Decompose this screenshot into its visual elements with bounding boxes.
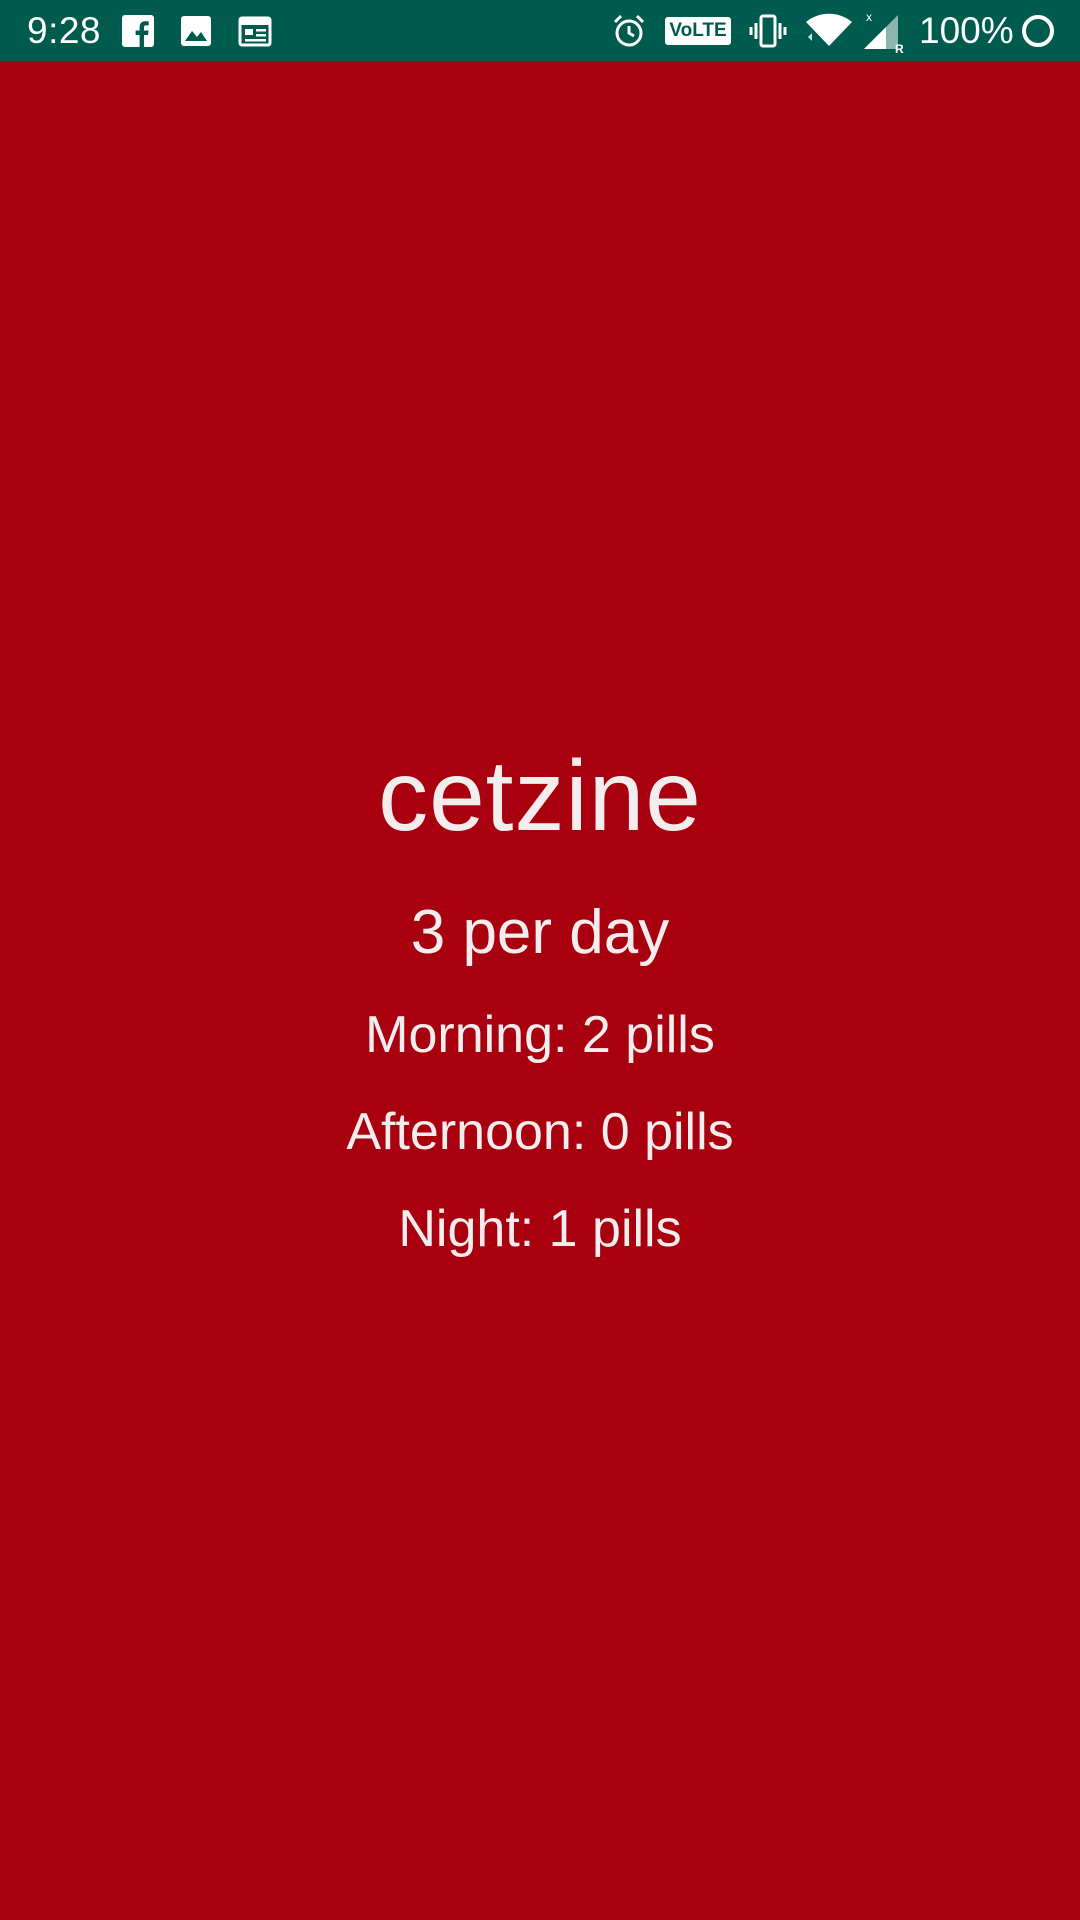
volte-icon: VoLTE [665,17,731,45]
svg-text:R: R [895,42,904,53]
signal-icon: x R [862,0,906,61]
morning-dose: Morning: 2 pills [365,1006,715,1064]
status-time: 9:28 [27,10,102,51]
medication-name: cetzine [378,740,702,852]
wifi-icon [804,0,854,61]
battery-percentage: 100% [919,10,1014,51]
facebook-icon [120,0,156,61]
night-dose: Night: 1 pills [398,1200,682,1258]
vibrate-icon [748,0,788,61]
image-icon [178,0,214,61]
status-bar: 9:28 VoLTE x R 100% [0,0,1080,61]
battery-icon [1018,0,1058,61]
svg-text:x: x [866,10,872,24]
medication-detail-screen: cetzine 3 per day Morning: 2 pills After… [0,61,1080,1920]
alarm-icon [610,0,648,61]
afternoon-dose: Afternoon: 0 pills [346,1103,734,1161]
dose-frequency: 3 per day [410,898,670,967]
news-icon [236,0,274,61]
